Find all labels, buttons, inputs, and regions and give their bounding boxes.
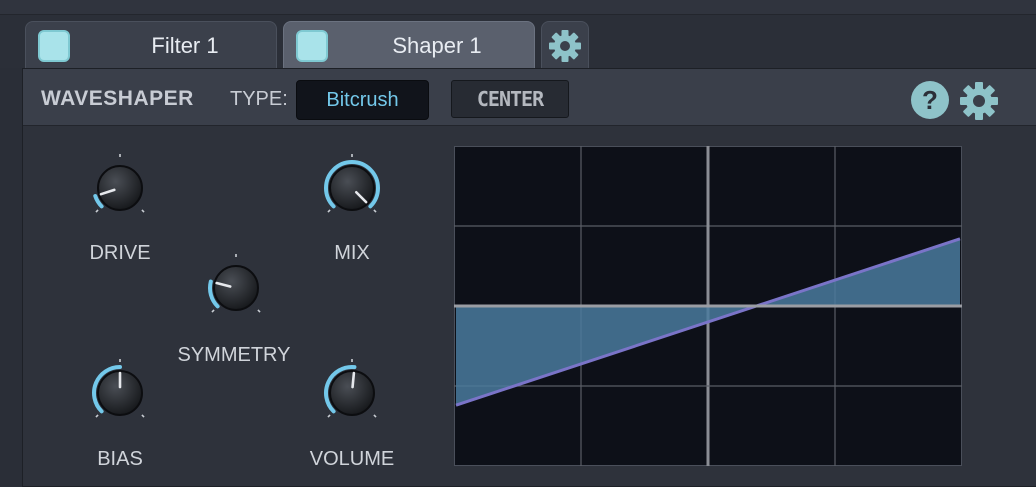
knob-body — [329, 370, 375, 416]
symmetry-knob-graphic — [208, 254, 261, 313]
mix-knob[interactable] — [312, 148, 392, 228]
symmetry-label: SYMMETRY — [177, 344, 291, 366]
tab-label: Filter 1 — [151, 33, 219, 58]
gear-icon — [549, 29, 581, 62]
drive-knob[interactable] — [80, 148, 160, 228]
gear-icon — [960, 82, 998, 120]
mix-knob-graphic — [324, 154, 380, 213]
volume-knob-graphic — [324, 359, 377, 418]
knob-tick — [141, 209, 145, 213]
panel-header: WAVESHAPER TYPE: Bitcrush CENTER ? — [23, 69, 1036, 126]
bias-knob[interactable] — [80, 353, 160, 433]
filter-1-enable-toggle[interactable] — [38, 30, 70, 62]
knob-tick — [373, 209, 377, 213]
waveshaper-panel: WAVESHAPER TYPE: Bitcrush CENTER ? DRIVE… — [22, 68, 1036, 487]
type-label: TYPE: — [230, 88, 288, 110]
top-strip — [0, 0, 1036, 15]
knob-body — [329, 165, 375, 211]
knob-tick — [327, 414, 331, 418]
knob-tick — [95, 414, 99, 418]
knob-tick — [257, 309, 261, 313]
waveshaper-graph[interactable] — [453, 145, 963, 467]
left-rail — [0, 68, 23, 487]
bias-label: BIAS — [97, 448, 143, 470]
shaper-1-enable-toggle[interactable] — [296, 30, 328, 62]
tab-shaper-1[interactable]: Shaper 1 — [283, 21, 535, 69]
tab-label: Shaper 1 — [392, 33, 482, 58]
knob-body — [213, 265, 259, 311]
type-dropdown[interactable]: Bitcrush — [296, 80, 429, 120]
center-button[interactable]: CENTER — [451, 80, 569, 118]
volume-label: VOLUME — [309, 448, 395, 470]
knob-tick — [327, 209, 331, 213]
settings-button[interactable] — [958, 80, 1000, 122]
symmetry-knob[interactable] — [196, 248, 276, 328]
mix-label: MIX — [334, 242, 370, 264]
knob-pointer — [351, 371, 356, 389]
knob-tick — [95, 209, 99, 213]
drive-knob-graphic — [93, 154, 145, 213]
knob-tick — [211, 309, 215, 313]
knob-body — [97, 165, 143, 211]
knob-tick — [141, 414, 145, 418]
tab-filter-1[interactable]: Filter 1 — [25, 21, 277, 69]
panel-title: WAVESHAPER — [41, 87, 194, 110]
volume-knob[interactable] — [312, 353, 392, 433]
knob-tick — [373, 414, 377, 418]
transfer-curve-display — [453, 145, 963, 467]
help-icon[interactable]: ? — [911, 81, 949, 119]
bias-knob-graphic — [92, 359, 145, 418]
drive-label: DRIVE — [89, 242, 151, 264]
tab-settings-button[interactable] — [541, 21, 589, 69]
